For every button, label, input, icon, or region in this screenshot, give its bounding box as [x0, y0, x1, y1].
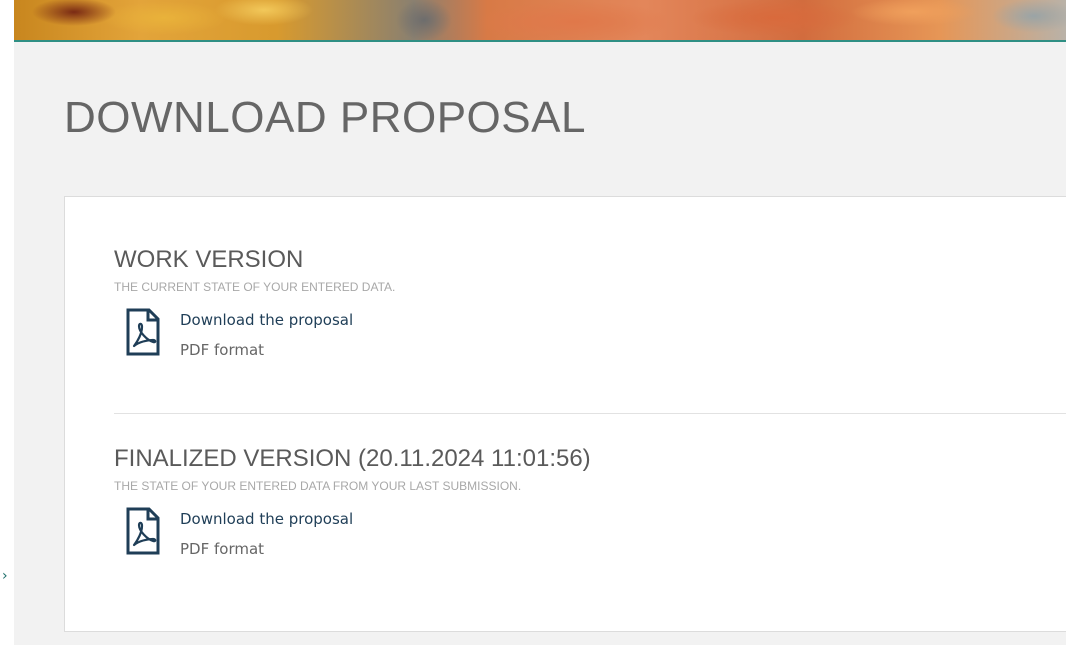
section-divider: [114, 413, 1066, 414]
pdf-file-icon[interactable]: [125, 308, 161, 356]
main-content: DOWNLOAD PROPOSAL WORK VERSION THE CURRE…: [14, 42, 1066, 645]
pdf-format-label: PDF format: [180, 341, 265, 359]
download-finalized-version-link[interactable]: Download the proposal PDF format: [125, 507, 1066, 559]
download-proposal-link[interactable]: Download the proposal: [180, 310, 353, 330]
finalized-version-section: FINALIZED VERSION (20.11.2024 11:01:56) …: [114, 444, 1066, 559]
download-link-text: Download the proposal PDF format: [180, 509, 353, 559]
download-work-version-link[interactable]: Download the proposal PDF format: [125, 308, 1066, 360]
download-proposal-link[interactable]: Download the proposal: [180, 509, 353, 529]
section-title: FINALIZED VERSION (20.11.2024 11:01:56): [114, 445, 591, 472]
section-subtitle: THE CURRENT STATE OF YOUR ENTERED DATA.: [114, 280, 396, 294]
pdf-file-icon[interactable]: [125, 507, 161, 555]
page-title: DOWNLOAD PROPOSAL: [64, 93, 586, 142]
page-frame: › DOWNLOAD PROPOSAL WORK VERSION THE CUR…: [0, 0, 1066, 645]
work-version-section: WORK VERSION THE CURRENT STATE OF YOUR E…: [114, 245, 1066, 360]
chevron-right-icon[interactable]: ›: [2, 569, 8, 583]
proposal-download-card: WORK VERSION THE CURRENT STATE OF YOUR E…: [64, 196, 1066, 632]
section-title: WORK VERSION: [114, 246, 304, 273]
section-subtitle: THE STATE OF YOUR ENTERED DATA FROM YOUR…: [114, 479, 522, 493]
header-banner-image: [14, 0, 1066, 42]
pdf-format-label: PDF format: [180, 540, 265, 558]
download-link-text: Download the proposal PDF format: [180, 310, 353, 360]
